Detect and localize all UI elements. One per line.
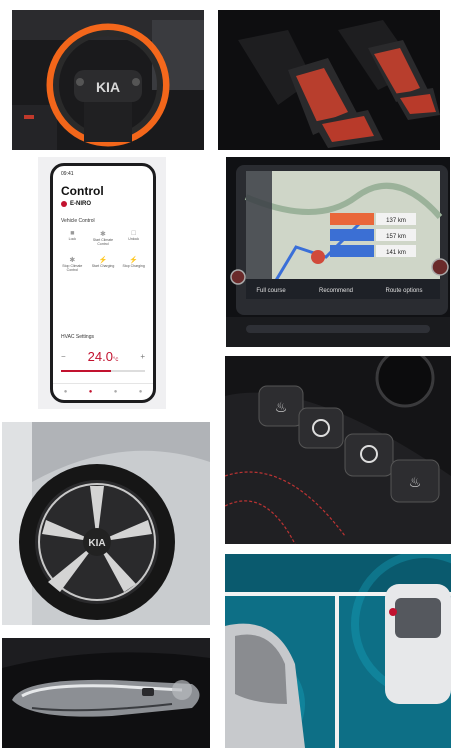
control-start-charging[interactable]: ⚡ Start Charging xyxy=(88,256,119,272)
nav-home-icon[interactable]: ● xyxy=(64,389,68,395)
hvac-heading: HVAC Settings xyxy=(61,334,94,340)
route-box-2: 157 km xyxy=(386,234,406,240)
alloy-wheel-photo: KIA xyxy=(2,422,210,625)
car-dot-icon xyxy=(61,201,67,207)
chrome-handle-image xyxy=(2,638,210,748)
control-grid: ■ Lock ✱ Start Climate Control □ Unlock … xyxy=(57,230,149,272)
temp-minus-button[interactable]: − xyxy=(61,352,66,361)
svg-text:KIA: KIA xyxy=(88,538,105,549)
console-buttons-image: ♨ ♨ xyxy=(225,356,451,544)
nav-button-route-options: Route options xyxy=(385,288,422,294)
lock-icon: ■ xyxy=(70,230,75,237)
control-unlock[interactable]: □ Unlock xyxy=(118,230,149,246)
control-start-climate[interactable]: ✱ Start Climate Control xyxy=(88,230,119,246)
route-box-3: 141 km xyxy=(386,250,406,256)
control-lock[interactable]: ■ Lock xyxy=(57,230,88,246)
phone-app-photo: 09:41 Control E-NIRO Vehicle Control ■ L… xyxy=(38,157,166,409)
heated-seats-photo xyxy=(218,10,440,150)
temperature-slider[interactable] xyxy=(61,370,145,372)
wheel-image: KIA xyxy=(2,422,210,625)
svg-text:♨: ♨ xyxy=(409,475,422,491)
bottom-nav: ● ● ● ● xyxy=(53,383,153,400)
parking-assist-photo xyxy=(225,554,451,748)
navigation-screen-photo: 137 km 157 km 141 km Full course Recomme… xyxy=(226,157,450,347)
plug-icon: ⚡ xyxy=(129,257,139,264)
temp-plus-button[interactable]: + xyxy=(140,352,145,361)
temperature-slider-fill xyxy=(61,370,112,372)
route-box-1: 137 km xyxy=(386,218,406,224)
nav-map-icon[interactable]: ● xyxy=(114,389,118,395)
infotainment-image: 137 km 157 km 141 km Full course Recomme… xyxy=(226,157,450,347)
door-handle-photo xyxy=(2,638,210,748)
car-name: E-NIRO xyxy=(70,201,91,207)
heated-seats-image xyxy=(218,10,440,150)
fan-icon: ✱ xyxy=(100,231,106,238)
nav-button-full-course: Full course xyxy=(256,288,286,294)
svg-text:KIA: KIA xyxy=(96,79,120,95)
unlock-icon: □ xyxy=(131,230,136,237)
svg-text:♨: ♨ xyxy=(275,400,288,416)
app-title: Control xyxy=(61,184,104,198)
seat-button-panel-photo: ♨ ♨ xyxy=(225,356,451,544)
steering-wheel-photo: KIA xyxy=(12,10,204,150)
nav-control-icon[interactable]: ● xyxy=(89,389,93,395)
control-stop-climate[interactable]: ✱ Stop Climate Control xyxy=(57,256,88,272)
temperature-value: 24.0 xyxy=(87,349,113,364)
phone-frame: 09:41 Control E-NIRO Vehicle Control ■ L… xyxy=(50,163,156,403)
status-time: 09:41 xyxy=(61,171,74,177)
fan-icon: ✱ xyxy=(69,257,76,264)
nav-more-icon[interactable]: ● xyxy=(139,389,143,395)
nav-button-recommend: Recommend xyxy=(319,288,353,294)
control-stop-charging[interactable]: ⚡ Stop Charging xyxy=(118,256,149,272)
temperature-readout: 24.0°c xyxy=(88,349,119,364)
heated-steering-wheel-image: KIA xyxy=(12,10,204,150)
temperature-unit: °c xyxy=(112,357,119,363)
plug-icon: ⚡ xyxy=(98,257,108,264)
vehicle-control-heading: Vehicle Control xyxy=(61,218,95,224)
parking-sensor-image xyxy=(225,554,451,748)
